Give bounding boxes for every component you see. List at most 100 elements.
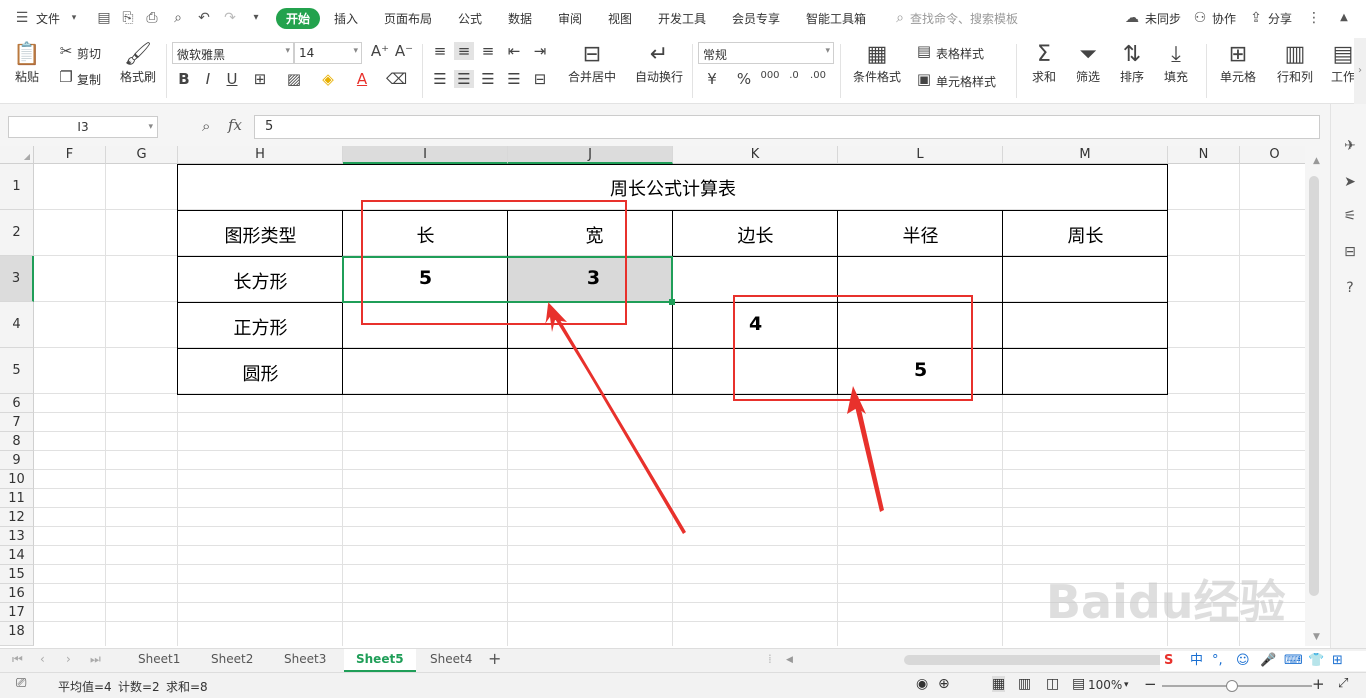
sum-button[interactable]: Σ 求和 bbox=[1026, 42, 1062, 85]
tab-view[interactable]: 视图 bbox=[608, 10, 632, 27]
zoom-slider-thumb[interactable] bbox=[1226, 680, 1238, 692]
align-left-icon[interactable]: ☰ bbox=[430, 70, 450, 88]
copy-button[interactable]: 复制 bbox=[77, 71, 101, 88]
help-icon[interactable]: ? bbox=[1341, 280, 1359, 298]
horizontal-scroll-thumb[interactable] bbox=[904, 655, 1166, 665]
wrap-text-button[interactable]: ↵ 自动换行 bbox=[630, 42, 688, 85]
ime-voice-icon[interactable]: 🎤 bbox=[1260, 651, 1276, 671]
fill-style-icon[interactable]: ▨ bbox=[284, 70, 304, 88]
spreadsheet-grid[interactable]: ◢ F G H I J K L M N O 1 2 3 4 5 6 7 8 9 … bbox=[0, 146, 1305, 646]
align-top-icon[interactable]: ≡ bbox=[430, 42, 450, 60]
redo-icon[interactable]: ↷ bbox=[222, 10, 238, 26]
ime-menu-icon[interactable]: ⊞ bbox=[1332, 651, 1343, 671]
conditional-format-button[interactable]: ▦ 条件格式 bbox=[846, 42, 908, 85]
align-middle-icon[interactable]: ≡ bbox=[454, 42, 474, 60]
first-sheet-icon[interactable]: ⏮ bbox=[12, 652, 23, 667]
sheet-tab[interactable]: Sheet1 bbox=[138, 652, 180, 666]
share-button[interactable]: 分享 bbox=[1268, 10, 1292, 27]
ime-emoji-icon[interactable]: ☺ bbox=[1236, 651, 1250, 671]
undo-icon[interactable]: ↶ bbox=[196, 10, 212, 26]
search-input[interactable]: 查找命令、搜索模板 bbox=[910, 10, 1018, 27]
vertical-scrollbar[interactable]: ▲ ▼ bbox=[1305, 146, 1330, 646]
row-col-button[interactable]: ▥ 行和列 bbox=[1270, 42, 1320, 85]
ime-punct-icon[interactable]: °, bbox=[1212, 651, 1223, 671]
justify-icon[interactable]: ☰ bbox=[504, 70, 524, 88]
reading-view-icon[interactable]: ▤ bbox=[1072, 676, 1085, 692]
page-layout-view-icon[interactable]: ▥ bbox=[1018, 676, 1031, 692]
ime-chinese-icon[interactable]: 中 bbox=[1190, 651, 1203, 671]
sheet-tab[interactable]: Sheet4 bbox=[430, 652, 472, 666]
align-right-icon[interactable]: ☰ bbox=[478, 70, 498, 88]
decrease-font-icon[interactable]: A⁻ bbox=[394, 42, 414, 60]
ribbon-scroll-right-icon[interactable]: › bbox=[1354, 38, 1366, 104]
filter-button[interactable]: ⏷ 筛选 bbox=[1070, 42, 1106, 85]
tab-formula[interactable]: 公式 bbox=[458, 10, 482, 27]
sogou-logo-icon[interactable]: S bbox=[1164, 651, 1173, 671]
format-painter-button[interactable]: 🖌 格式刷 bbox=[118, 42, 158, 85]
tab-insert[interactable]: 插入 bbox=[334, 10, 358, 27]
italic-icon[interactable]: I bbox=[198, 70, 218, 88]
zoom-out-icon[interactable]: − bbox=[1144, 675, 1157, 693]
sheet-tab[interactable]: Sheet2 bbox=[211, 652, 253, 666]
chevron-down-icon[interactable]: ▾ bbox=[66, 10, 82, 26]
zoom-in-icon[interactable]: + bbox=[1312, 675, 1325, 693]
sync-status[interactable]: 未同步 bbox=[1145, 10, 1181, 27]
export-icon[interactable]: ⎘ bbox=[120, 10, 136, 26]
sort-button[interactable]: ⇅ 排序 bbox=[1114, 42, 1150, 85]
macro-icon[interactable]: ⎚ bbox=[16, 676, 26, 691]
page-break-view-icon[interactable]: ◫ bbox=[1046, 676, 1059, 692]
bold-icon[interactable]: B bbox=[174, 70, 194, 88]
fill-color-icon[interactable]: ◈ bbox=[318, 70, 338, 88]
align-bottom-icon[interactable]: ≡ bbox=[478, 42, 498, 60]
tab-review[interactable]: 审阅 bbox=[558, 10, 582, 27]
paste-button[interactable]: 📋 粘贴 bbox=[10, 42, 44, 85]
rocket-icon[interactable]: ✈ bbox=[1341, 138, 1359, 156]
zoom-icon[interactable]: ⌕ bbox=[202, 117, 210, 135]
chevron-down-icon[interactable]: ▾ bbox=[1124, 680, 1129, 690]
number-format-select[interactable]: 常规 ▾ bbox=[698, 42, 834, 64]
layout-icon[interactable]: ⊟ bbox=[1341, 244, 1359, 262]
print-icon[interactable]: ⎙ bbox=[144, 10, 160, 26]
view-mode-icon[interactable]: ⊕ bbox=[938, 676, 950, 692]
ime-keyboard-icon[interactable]: ⌨ bbox=[1284, 651, 1303, 671]
tab-data[interactable]: 数据 bbox=[508, 10, 532, 27]
settings-sliders-icon[interactable]: ⚟ bbox=[1341, 208, 1359, 226]
formula-input[interactable]: 5 bbox=[254, 115, 1320, 139]
font-size-select[interactable]: 14 ▾ bbox=[294, 42, 362, 64]
eye-protection-icon[interactable]: ◉ bbox=[916, 676, 928, 692]
fill-button[interactable]: ⤓ 填充 bbox=[1158, 42, 1194, 85]
scroll-left-icon[interactable]: ◀ bbox=[786, 655, 793, 665]
file-menu[interactable]: 文件 bbox=[36, 10, 60, 27]
cursor-icon[interactable]: ➤ bbox=[1341, 174, 1359, 192]
preview-icon[interactable]: ⌕ bbox=[170, 10, 186, 26]
menu-icon[interactable]: ☰ bbox=[14, 10, 30, 26]
indent-increase-icon[interactable]: ⇥ bbox=[530, 42, 550, 60]
tab-developer[interactable]: 开发工具 bbox=[658, 10, 706, 27]
tab-smart-toolbox[interactable]: 智能工具箱 bbox=[806, 10, 866, 27]
font-name-select[interactable]: 微软雅黑 ▾ bbox=[172, 42, 294, 64]
underline-icon[interactable]: U bbox=[222, 70, 242, 88]
next-sheet-icon[interactable]: › bbox=[66, 652, 71, 666]
sheet-tab-active[interactable]: Sheet5 bbox=[344, 649, 416, 672]
align-center-icon[interactable]: ☰ bbox=[454, 70, 474, 88]
collapse-ribbon-icon[interactable]: ▲ bbox=[1336, 10, 1352, 26]
scroll-thumb[interactable] bbox=[1309, 176, 1319, 596]
fullscreen-icon[interactable]: ⤢ bbox=[1338, 676, 1348, 691]
scroll-down-icon[interactable]: ▼ bbox=[1313, 632, 1320, 642]
tab-start[interactable]: 开始 bbox=[276, 8, 321, 29]
prev-sheet-icon[interactable]: ‹ bbox=[40, 652, 45, 666]
add-sheet-icon[interactable]: + bbox=[488, 649, 501, 668]
increase-decimal-icon[interactable]: .0 bbox=[784, 70, 804, 81]
zoom-level[interactable]: 100% bbox=[1088, 678, 1122, 692]
more-icon[interactable]: ▾ bbox=[248, 10, 264, 26]
cell-style-button[interactable]: 单元格样式 bbox=[936, 73, 996, 90]
cut-button[interactable]: 剪切 bbox=[77, 45, 101, 62]
collab-button[interactable]: 协作 bbox=[1212, 10, 1236, 27]
distribute-icon[interactable]: ⊟ bbox=[530, 70, 550, 88]
sheet-tab[interactable]: Sheet3 bbox=[284, 652, 326, 666]
save-icon[interactable]: ▤ bbox=[96, 10, 112, 26]
ime-skin-icon[interactable]: 👕 bbox=[1308, 651, 1324, 671]
fx-icon[interactable]: fx bbox=[228, 116, 242, 134]
merge-center-button[interactable]: ⊟ 合并居中 bbox=[560, 42, 624, 85]
tab-member[interactable]: 会员专享 bbox=[732, 10, 780, 27]
